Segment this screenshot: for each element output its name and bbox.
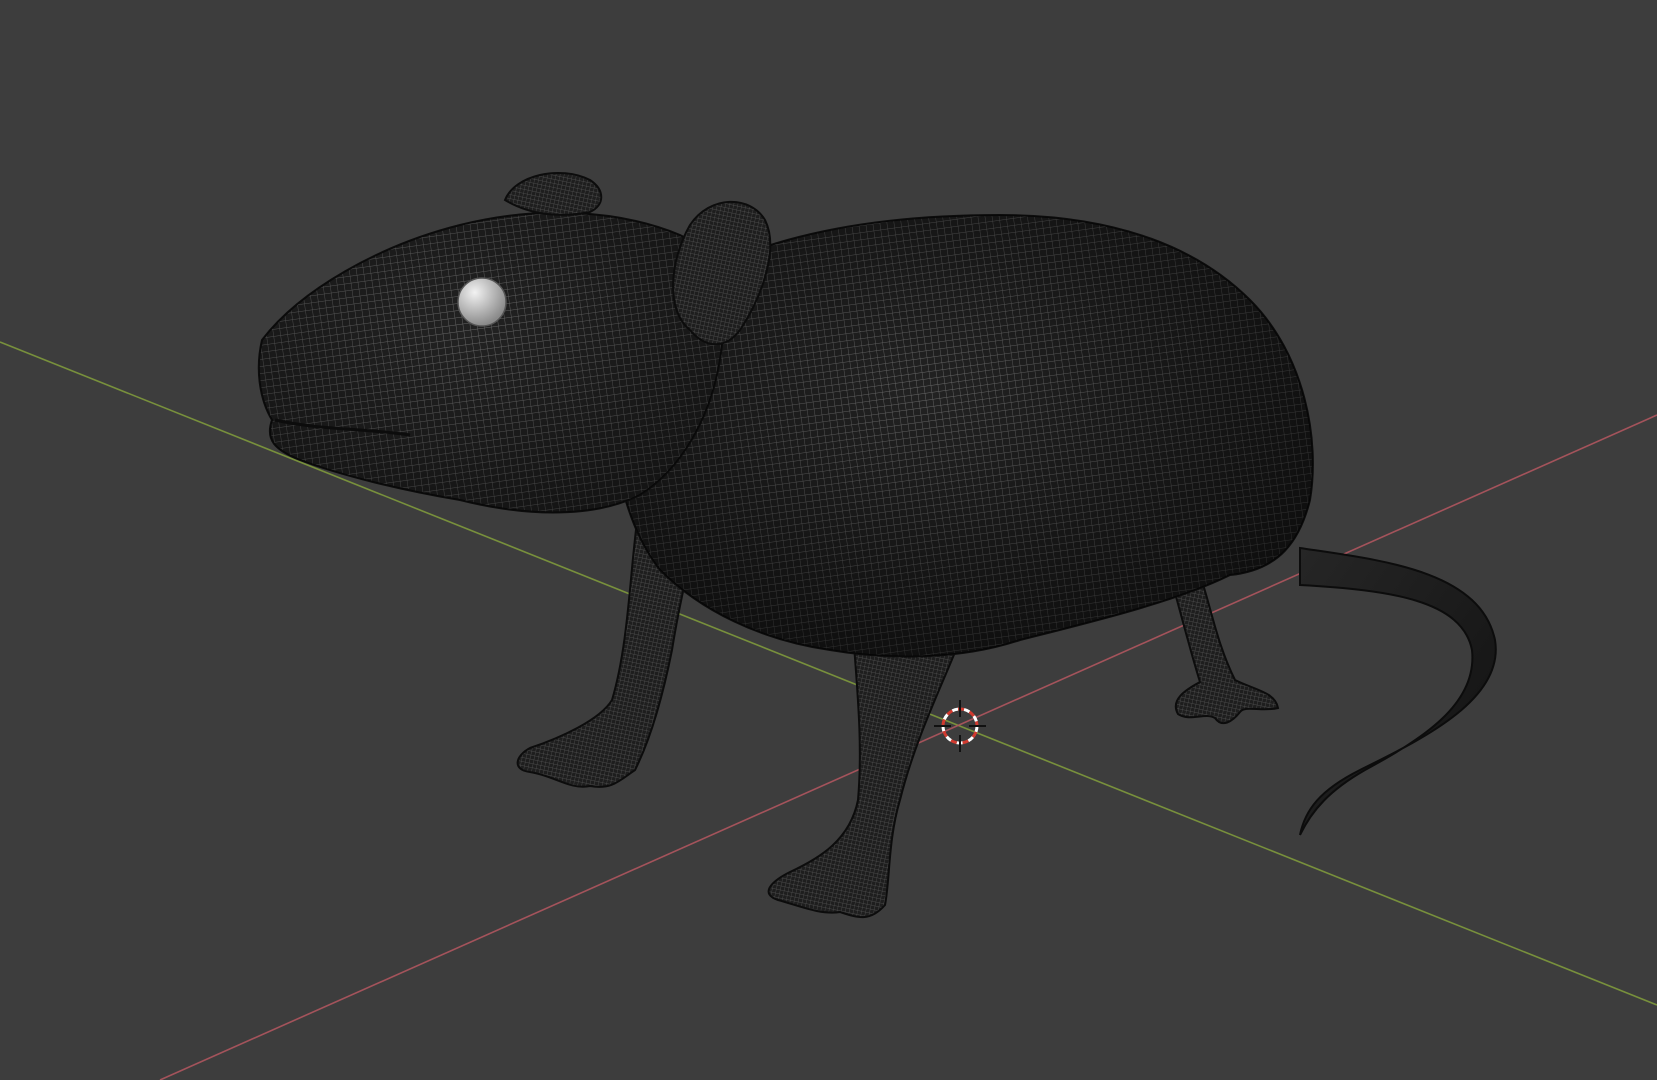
- 3d-viewport[interactable]: [0, 0, 1657, 1080]
- rat-eye: [457, 277, 507, 327]
- viewport-canvas[interactable]: [0, 0, 1657, 1080]
